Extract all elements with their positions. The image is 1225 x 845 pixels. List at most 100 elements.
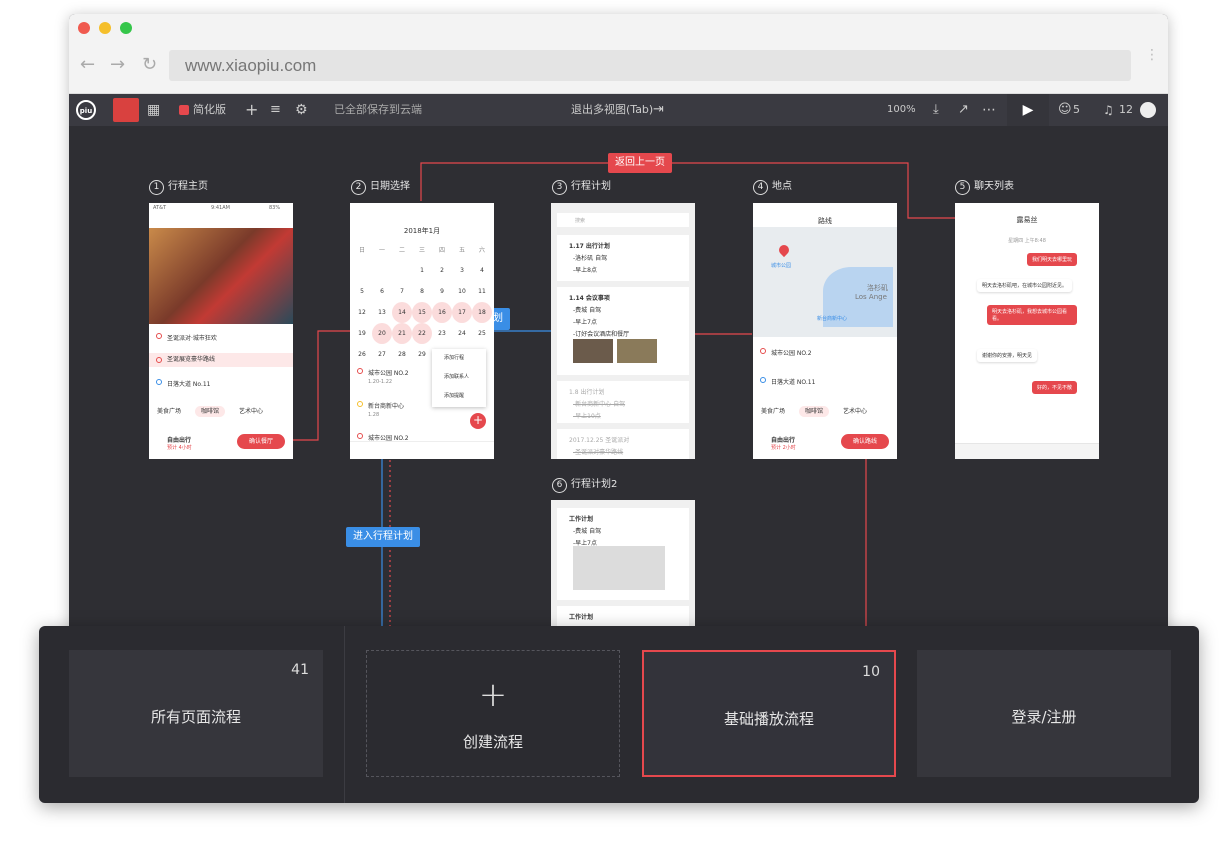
grid-view-icon[interactable]: ▦ (147, 94, 160, 126)
calendar-day[interactable]: 26 (352, 344, 372, 365)
plan-card[interactable]: 1.17 出行计划 -洛杉矶 自驾 -早上8点 (557, 235, 689, 281)
phone-home[interactable]: AT&T 9:41AM 83% 圣诞派对·城市狂欢 圣诞展览豪华路线 日落大道 … (149, 203, 293, 459)
calendar-day[interactable]: 29 (412, 344, 432, 365)
plan-card[interactable]: 工作计划 (557, 606, 689, 626)
avatar[interactable] (1140, 102, 1156, 118)
phone-location[interactable]: 路线 城市公园 Los Ange 洛杉矶 新台商新中心 城市公园 NO.2 日落… (753, 203, 897, 459)
calendar-day[interactable]: 27 (372, 344, 392, 365)
phone-label: 2 日期选择 (351, 177, 410, 195)
calendar-day[interactable]: 23 (432, 323, 452, 344)
url-bar[interactable]: www.xiaopiu.com (169, 50, 1131, 81)
minimize-window-dot[interactable] (99, 22, 111, 34)
basic-flow-count: 10 (862, 664, 880, 680)
calendar-day[interactable]: 18 (472, 302, 492, 323)
more-vertical-icon[interactable]: ⋮ (1145, 48, 1159, 62)
calendar-day[interactable]: 22 (412, 323, 432, 344)
plan-card[interactable]: 1.14 会议事项 -费城 自驾 -早上7点 -订好会议酒店和餐厅 (557, 287, 689, 375)
menu-item[interactable]: 添加联系人 (432, 361, 486, 380)
list-item[interactable]: 日落大道 No.11 (149, 379, 293, 388)
flow-view-button[interactable] (113, 98, 139, 122)
map-view[interactable]: 城市公园 Los Ange 洛杉矶 新台商新中心 (753, 227, 897, 337)
list-item[interactable]: 圣诞展览豪华路线 (149, 353, 293, 367)
create-flow-card[interactable]: + 创建流程 (366, 650, 620, 777)
all-flows-label: 所有页面流程 (150, 708, 241, 726)
simplify-label[interactable]: 简化版 (193, 94, 226, 126)
calendar-day[interactable]: 21 (392, 323, 412, 344)
calendar-day[interactable]: 1 (412, 260, 432, 281)
add-icon[interactable]: + (245, 94, 258, 126)
share-icon[interactable]: ↗ (958, 94, 969, 126)
phone-plan-2[interactable]: 工作计划 -费城 自驾 -早上7点 工作计划 (551, 500, 695, 626)
calendar-day[interactable]: 11 (472, 281, 492, 302)
calendar-day[interactable]: 17 (452, 302, 472, 323)
play-button[interactable]: ▶ (1007, 94, 1049, 126)
list-item[interactable]: 日落大道 NO.11 (753, 377, 897, 386)
search-input[interactable]: 搜索 (557, 213, 689, 227)
calendar-day[interactable]: 4 (472, 260, 492, 281)
confirm-route-button[interactable]: 确认路线 (841, 434, 889, 449)
chat-input[interactable] (955, 443, 1099, 459)
users-icon[interactable]: ☺ (1058, 94, 1072, 126)
users-count: 5 (1073, 103, 1080, 116)
phone-chat[interactable]: 露易丝 星期四 上午8:48 我们明天去哪里玩 明天去洛杉矶吧，在城市公园附近见… (955, 203, 1099, 459)
fab-add-button[interactable]: + (470, 413, 486, 429)
calendar-day[interactable]: 2 (432, 260, 452, 281)
maximize-window-dot[interactable] (120, 22, 132, 34)
exit-icon[interactable]: ⇥ (653, 94, 664, 126)
calendar-day[interactable]: 25 (472, 323, 492, 344)
calendar-day[interactable]: 5 (352, 281, 372, 302)
calendar-day[interactable]: 6 (372, 281, 392, 302)
zoom-level[interactable]: 100% (887, 94, 916, 126)
calendar-day[interactable]: 7 (392, 281, 412, 302)
list-item[interactable]: 圣诞派对·城市狂欢 (149, 333, 293, 342)
calendar-day[interactable]: 20 (372, 323, 392, 344)
calendar-day[interactable]: 24 (452, 323, 472, 344)
close-window-dot[interactable] (78, 22, 90, 34)
forward-arrow-icon[interactable]: → (110, 56, 125, 74)
plan-card[interactable]: 1.8 出行计划 -新台商新中心 自驾 -早上10点 (557, 381, 689, 423)
align-icon[interactable]: ≡ (270, 94, 281, 126)
list-item[interactable]: 城市公园 NO.2 (753, 348, 897, 357)
basic-flow-card[interactable]: 10 基础播放流程 (642, 650, 896, 777)
calendar-day[interactable]: 10 (452, 281, 472, 302)
calendar[interactable]: 日一二三四五六 1 2 3 4 5 6 7 8 9 10 11 12 13 14 15 16 17 18 19 20 21… (352, 239, 492, 365)
weekday-label: 六 (478, 247, 485, 254)
phone-date-picker[interactable]: 2018年1月 日一二三四五六 1 2 3 4 5 6 7 8 9 10 11 12 13 14 15 16 17… (350, 203, 494, 459)
calendar-day[interactable]: 9 (432, 281, 452, 302)
map-pin-icon[interactable] (776, 242, 792, 258)
calendar-day[interactable]: 16 (432, 302, 452, 323)
phone-plan[interactable]: 搜索 1.17 出行计划 -洛杉矶 自驾 -早上8点 1.14 会议事项 -费城… (551, 203, 695, 459)
menu-item[interactable]: 添加提醒 (432, 380, 486, 399)
exit-multiview-button[interactable]: 退出多视图(Tab) (571, 94, 653, 126)
calendar-day[interactable]: 3 (452, 260, 472, 281)
simplify-checkbox[interactable] (179, 105, 189, 115)
calendar-day[interactable]: 19 (352, 323, 372, 344)
category-row[interactable]: 美食广场 咖啡馆 艺术中心 (753, 406, 897, 417)
all-flows-card[interactable]: 41 所有页面流程 (69, 650, 323, 777)
more-icon[interactable]: ⋯ (982, 94, 996, 126)
category-row[interactable]: 美食广场 咖啡馆 艺术中心 (149, 406, 293, 417)
reload-icon[interactable]: ↻ (142, 56, 157, 74)
bell-icon[interactable]: ♫ (1103, 94, 1114, 126)
calendar-day[interactable]: 8 (412, 281, 432, 302)
settings-gear-icon[interactable]: ⚙ (295, 94, 308, 126)
calendar-day[interactable]: 15 (412, 302, 432, 323)
confirm-restaurant-button[interactable]: 确认餐厅 (237, 434, 285, 449)
download-icon[interactable]: ⤓ (933, 94, 939, 126)
plan-card[interactable]: 工作计划 -费城 自驾 -早上7点 (557, 508, 689, 600)
weekday-label: 二 (398, 247, 405, 254)
calendar-day[interactable]: 14 (392, 302, 412, 323)
calendar-day[interactable]: 12 (352, 302, 372, 323)
back-arrow-icon[interactable]: ← (80, 56, 95, 74)
plan-card[interactable]: 2017.12.25 圣诞派对 -圣诞派对豪华路线 (557, 429, 689, 459)
back-tag[interactable]: 返回上一页 (608, 153, 672, 173)
enter-plan-tag-2[interactable]: 进入行程计划 (346, 527, 420, 547)
menu-item[interactable]: 添加行程 (432, 349, 486, 361)
status-battery: 83% (269, 205, 281, 211)
food-image (573, 339, 613, 363)
route-title: 路线 (818, 217, 832, 225)
login-flow-card[interactable]: 登录/注册 (917, 650, 1171, 777)
food-image (617, 339, 657, 363)
calendar-day[interactable]: 28 (392, 344, 412, 365)
calendar-day[interactable]: 13 (372, 302, 392, 323)
